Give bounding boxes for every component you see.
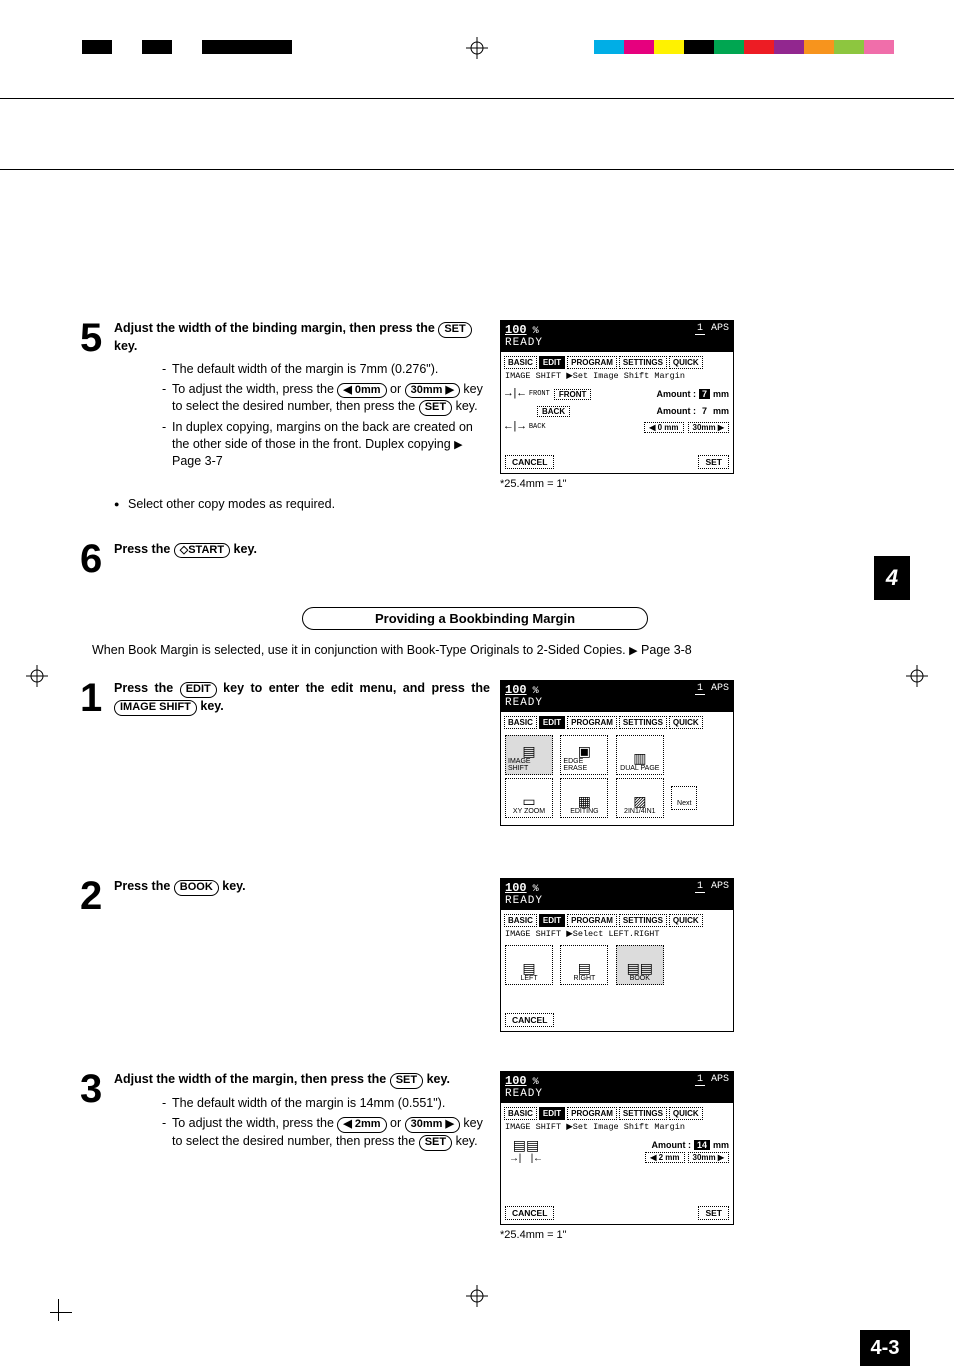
lcd-panel-book-margin: 100 %1 APS READY BASIC EDIT PROGRAM SETT… xyxy=(500,1071,734,1225)
set-key: SET xyxy=(419,1135,452,1151)
page-arrows-icon: ←|→ xyxy=(505,421,525,433)
tab-settings[interactable]: SETTINGS xyxy=(619,914,667,927)
xy-zoom-icon-button[interactable]: ▭XY ZOOM xyxy=(505,778,553,818)
tab-settings[interactable]: SETTINGS xyxy=(619,716,667,729)
back-button[interactable]: BACK xyxy=(537,406,570,417)
book-icon: ▤▤ xyxy=(513,1139,539,1155)
book-key: BOOK xyxy=(174,880,219,896)
section-heading: Providing a Bookbinding Margin xyxy=(80,607,870,630)
set-key: SET xyxy=(438,322,471,338)
dec-button[interactable]: ◀ 0 mm xyxy=(644,422,683,433)
set-key: SET xyxy=(390,1073,423,1089)
edit-key: EDIT xyxy=(180,682,217,698)
registration-cross-icon xyxy=(906,665,928,692)
tab-quick[interactable]: QUICK xyxy=(669,356,703,369)
tab-quick[interactable]: QUICK xyxy=(669,716,703,729)
tab-quick[interactable]: QUICK xyxy=(669,914,703,927)
right-icon-button[interactable]: ▤RIGHT xyxy=(560,945,608,985)
inc-30mm-key: 30mm ▶ xyxy=(405,1117,460,1133)
tab-settings[interactable]: SETTINGS xyxy=(619,356,667,369)
next-button[interactable]: Next xyxy=(671,786,697,810)
left-icon-button[interactable]: ▤LEFT xyxy=(505,945,553,985)
book-icon-button[interactable]: ▤▤BOOK xyxy=(616,945,664,985)
inc-button[interactable]: 30mm ▶ xyxy=(688,1152,730,1163)
black-registration-boxes xyxy=(82,40,292,59)
conversion-note: *25.4mm = 1" xyxy=(500,1229,740,1241)
start-key: ◇START xyxy=(174,543,230,559)
tab-program[interactable]: PROGRAM xyxy=(567,914,617,927)
crop-mark-icon xyxy=(50,1291,80,1321)
dec-2mm-key: ◀ 2mm xyxy=(337,1117,386,1133)
lcd-panel-edit-menu: 100 %1 APS READY BASIC EDIT PROGRAM SETT… xyxy=(500,680,734,826)
step-2: 2 Press the BOOK key. 100 %1 APS READY B… xyxy=(80,878,870,1053)
set-button[interactable]: SET xyxy=(698,1206,729,1220)
lcd-panel-margin-front-back: 100 %1 APS READY BASIC EDIT PROGRAM SETT… xyxy=(500,320,734,474)
step-3: 3 Adjust the width of the margin, then p… xyxy=(80,1071,870,1241)
color-registration-boxes xyxy=(594,40,894,54)
set-key: SET xyxy=(419,400,452,416)
dec-button[interactable]: ◀ 2 mm xyxy=(645,1152,684,1163)
step-title: Adjust the width of the binding margin, … xyxy=(114,321,472,353)
tab-program[interactable]: PROGRAM xyxy=(567,716,617,729)
step-1: 1 Press the EDIT key to enter the edit m… xyxy=(80,680,870,860)
registration-cross-icon xyxy=(466,1285,488,1312)
step-number: 6 xyxy=(80,541,114,577)
edge-erase-icon-button[interactable]: ▣EDGE ERASE xyxy=(560,735,608,775)
tab-edit[interactable]: EDIT xyxy=(539,716,565,729)
note-bullet: Select other copy modes as required. xyxy=(114,496,490,513)
2in1-4in1-icon-button[interactable]: ▨2IN1/4IN1 xyxy=(616,778,664,818)
chapter-tab: 4 xyxy=(874,556,910,600)
cancel-button[interactable]: CANCEL xyxy=(505,455,554,469)
registration-bar xyxy=(0,40,954,100)
tab-basic[interactable]: BASIC xyxy=(504,914,537,927)
set-button[interactable]: SET xyxy=(698,455,729,469)
page-arrows-icon: →|← xyxy=(505,388,525,400)
step-number: 5 xyxy=(80,320,114,523)
inc-30mm-key: 30mm ▶ xyxy=(405,383,460,399)
tab-edit[interactable]: EDIT xyxy=(539,356,565,369)
tab-edit[interactable]: EDIT xyxy=(539,1107,565,1120)
step-number: 3 xyxy=(80,1071,114,1241)
image-shift-icon-button[interactable]: ▤IMAGE SHIFT xyxy=(505,735,553,775)
cancel-button[interactable]: CANCEL xyxy=(505,1013,554,1027)
step-number: 2 xyxy=(80,878,114,1053)
front-button[interactable]: FRONT xyxy=(554,389,592,400)
lcd-panel-select-lrb: 100 %1 APS READY BASIC EDIT PROGRAM SETT… xyxy=(500,878,734,1032)
page-content: 4 5 Adjust the width of the binding marg… xyxy=(80,320,870,1241)
tab-basic[interactable]: BASIC xyxy=(504,356,537,369)
inc-button[interactable]: 30mm ▶ xyxy=(688,422,730,433)
tab-program[interactable]: PROGRAM xyxy=(567,1107,617,1120)
section-intro: When Book Margin is selected, use it in … xyxy=(92,642,870,659)
registration-cross-icon xyxy=(466,37,488,64)
image-shift-key: IMAGE SHIFT xyxy=(114,700,197,716)
dec-0mm-key: ◀ 0mm xyxy=(337,383,386,399)
step-number: 1 xyxy=(80,680,114,860)
registration-cross-icon xyxy=(26,665,48,692)
step-5: 5 Adjust the width of the binding margin… xyxy=(80,320,870,523)
conversion-note: *25.4mm = 1" xyxy=(500,478,740,490)
dual-page-icon-button[interactable]: ▥DUAL PAGE xyxy=(616,735,664,775)
editing-icon-button[interactable]: ▦EDITING xyxy=(560,778,608,818)
tab-edit[interactable]: EDIT xyxy=(539,914,565,927)
cancel-button[interactable]: CANCEL xyxy=(505,1206,554,1220)
step-6: 6 Press the ◇START key. xyxy=(80,541,870,577)
tab-quick[interactable]: QUICK xyxy=(669,1107,703,1120)
tab-program[interactable]: PROGRAM xyxy=(567,356,617,369)
tab-settings[interactable]: SETTINGS xyxy=(619,1107,667,1120)
tab-basic[interactable]: BASIC xyxy=(504,716,537,729)
step-bullets: The default width of the margin is 7mm (… xyxy=(122,361,490,470)
tab-basic[interactable]: BASIC xyxy=(504,1107,537,1120)
